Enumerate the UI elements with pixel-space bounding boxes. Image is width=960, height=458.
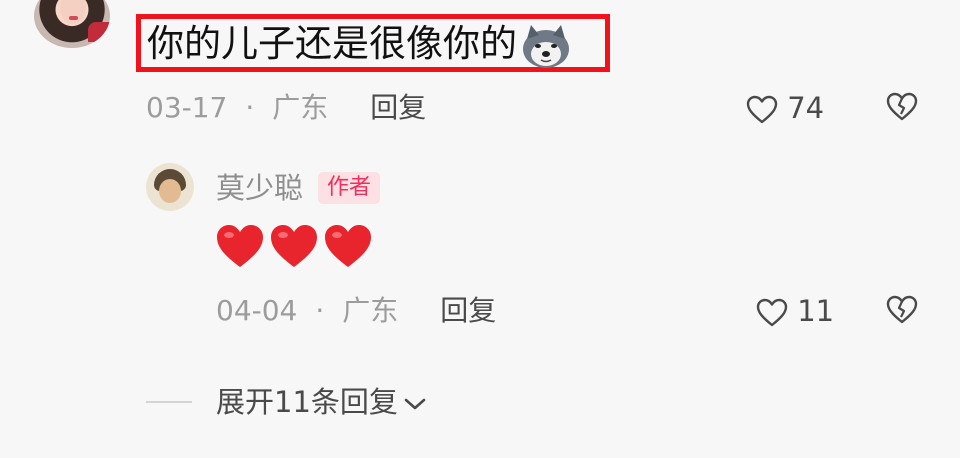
expand-divider (146, 401, 192, 403)
expand-replies-label: 展开11条回复 (216, 385, 398, 419)
red-heart-icon (322, 222, 374, 292)
reply-author-name[interactable]: 莫少聪 (216, 170, 303, 206)
reply-date: 04-04 (216, 294, 298, 327)
heart-outline-icon (756, 294, 797, 328)
comment-like-button[interactable]: 74 (746, 91, 824, 125)
commenter-avatar[interactable] (34, 0, 110, 48)
red-heart-icon (268, 222, 320, 292)
meta-separator: · (315, 294, 325, 327)
reply-content (214, 222, 376, 292)
author-avatar[interactable] (146, 163, 194, 211)
comment-meta: 03-17 · 广东 回复 (146, 91, 426, 125)
comment-reply-button[interactable]: 回复 (370, 91, 426, 124)
reply-like-count: 11 (797, 294, 835, 328)
reply-meta: 04-04 · 广东 回复 (216, 294, 496, 328)
reply-reply-button[interactable]: 回复 (440, 294, 496, 327)
husky-dog-sticker-icon (519, 23, 573, 69)
author-badge: 作者 (318, 172, 381, 204)
red-heart-icon (214, 222, 266, 292)
reply-dislike-button[interactable] (886, 295, 918, 329)
reply-location: 广东 (342, 294, 399, 327)
comment-body: 你的儿子还是很像你的 (147, 22, 517, 65)
comment-dislike-button[interactable] (886, 92, 918, 126)
comment-like-count: 74 (787, 91, 825, 125)
chevron-down-icon (398, 385, 426, 419)
expand-replies-button[interactable]: 展开11条回复 (216, 384, 426, 420)
comment-location: 广东 (272, 91, 329, 124)
meta-separator: · (245, 91, 255, 124)
broken-heart-icon (886, 92, 918, 126)
broken-heart-icon (886, 295, 918, 329)
comment-date: 03-17 (146, 91, 228, 124)
heart-outline-icon (746, 91, 787, 125)
reply-like-button[interactable]: 11 (756, 294, 834, 328)
comment-text: 你的儿子还是很像你的 (147, 20, 573, 69)
